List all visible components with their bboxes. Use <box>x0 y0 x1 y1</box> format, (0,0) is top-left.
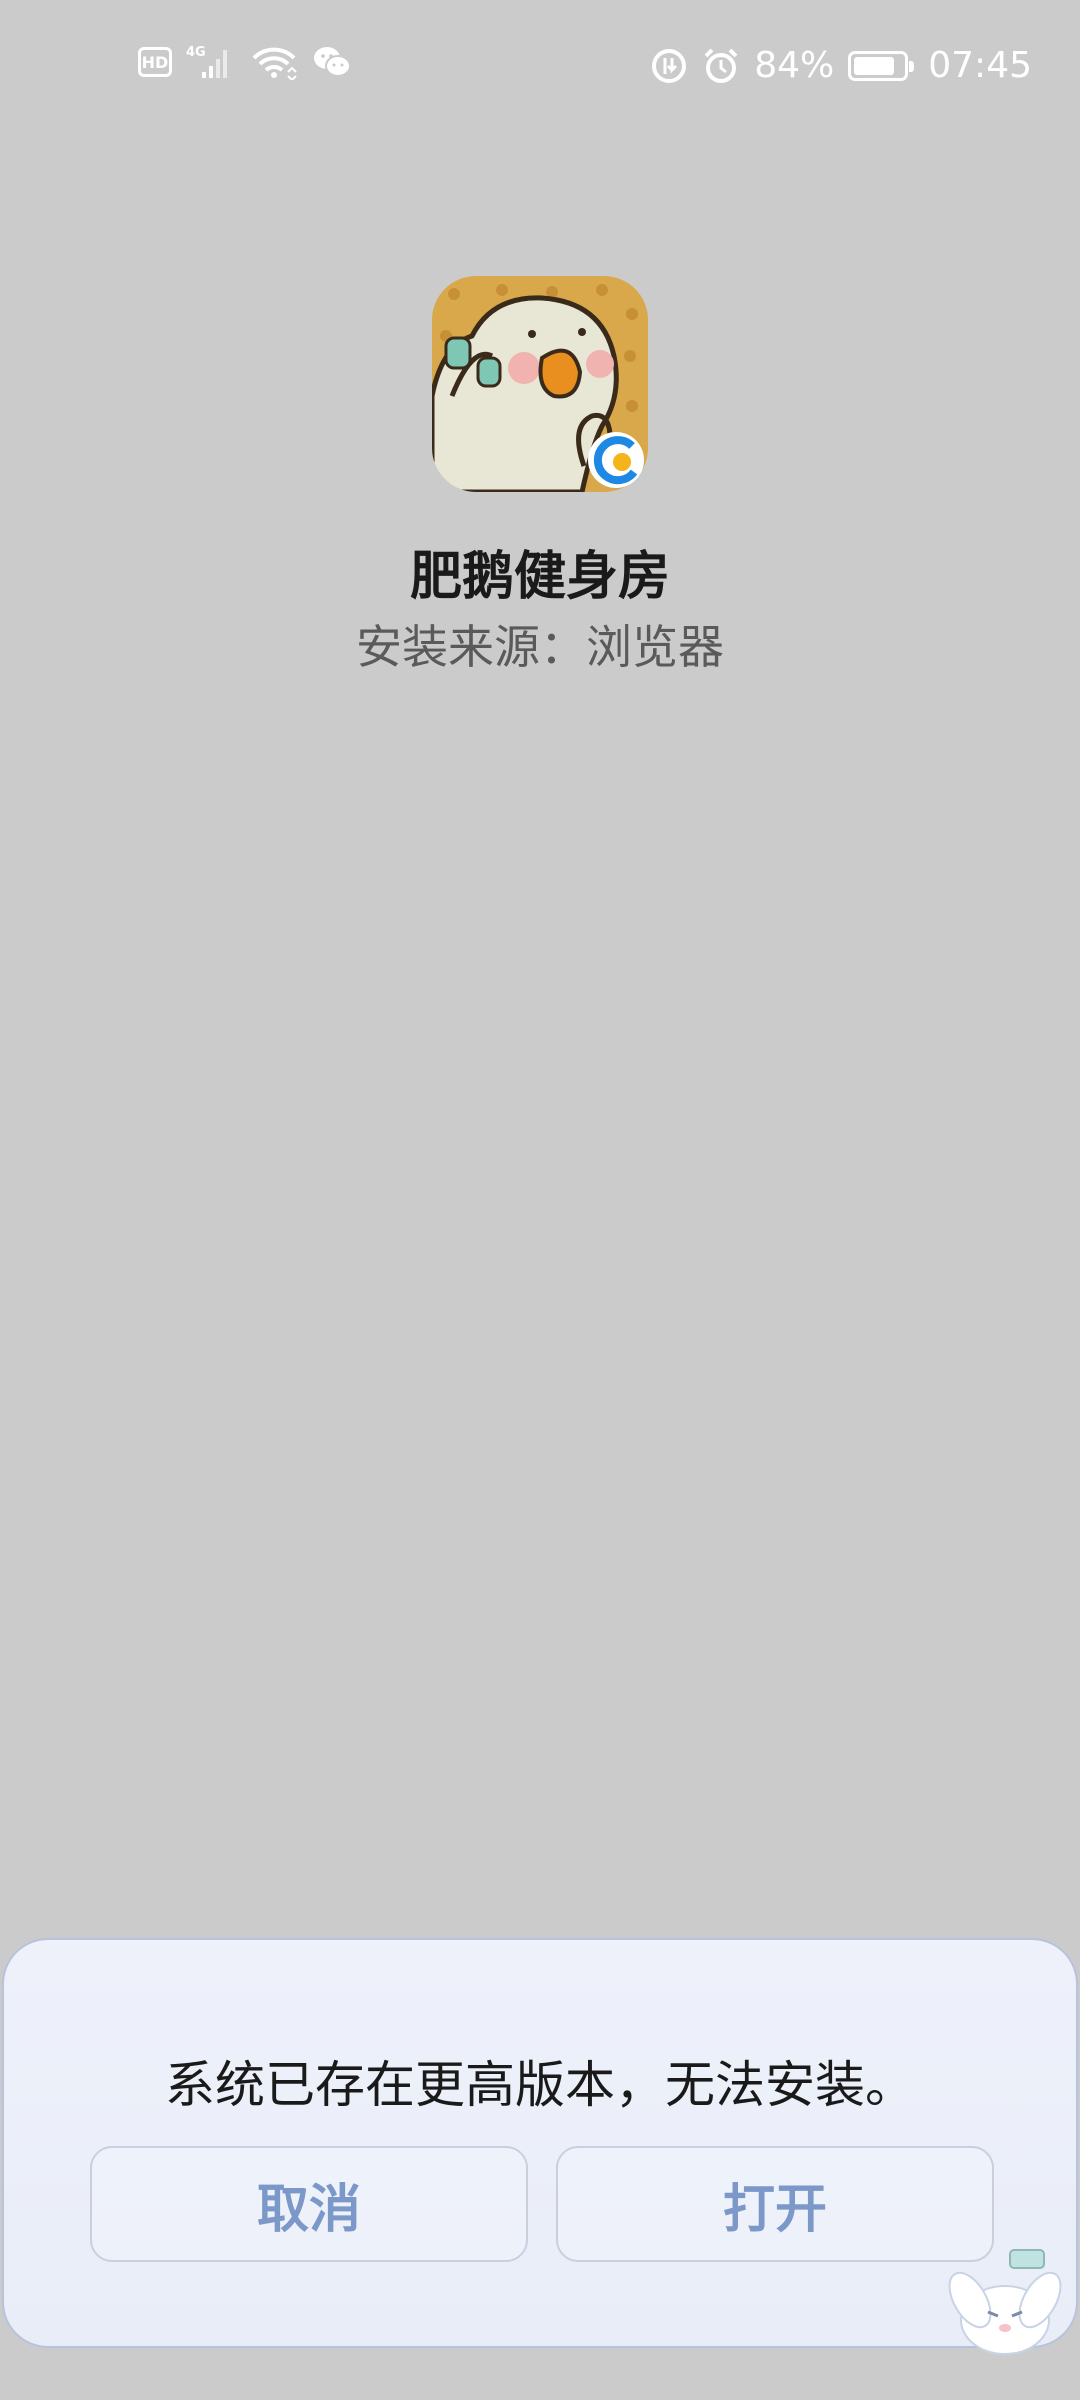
install-error-dialog: 系统已存在更高版本，无法安装。 取消 打开 <box>2 1938 1078 2348</box>
signal-4g-icon: 4G <box>186 45 227 78</box>
alarm-icon <box>704 48 738 83</box>
app-installer-screen: HD 4G 84% 07:45 肥鹅健身房 安装来源：浏览器 系统已存在更高版本… <box>0 0 1080 2400</box>
app-name: 肥鹅健身房 <box>409 547 670 607</box>
battery-percent: 84% <box>754 45 835 86</box>
battery-level <box>854 57 895 75</box>
install-source: 安装来源：浏览器 <box>356 620 724 674</box>
status-bar-left: HD 4G <box>138 44 352 80</box>
goose-app-icon <box>432 276 648 492</box>
open-button[interactable]: 打开 <box>556 2146 994 2262</box>
wechat-icon <box>314 47 351 77</box>
hd-icon: HD <box>138 47 172 77</box>
wifi-icon <box>252 47 297 80</box>
bunny-sticker-icon <box>948 2249 1062 2355</box>
data-saver-icon <box>652 49 687 83</box>
network-type-label: 4G <box>186 45 206 60</box>
dialog-message: 系统已存在更高版本，无法安装。 <box>165 2056 915 2114</box>
status-bar: HD 4G 84% 07:45 <box>0 0 1080 130</box>
status-bar-right: 84% 07:45 <box>650 44 1032 88</box>
battery-icon <box>848 51 915 81</box>
clock: 07:45 <box>928 45 1032 86</box>
cancel-button[interactable]: 取消 <box>90 2146 528 2262</box>
browser-badge-icon <box>588 432 644 488</box>
